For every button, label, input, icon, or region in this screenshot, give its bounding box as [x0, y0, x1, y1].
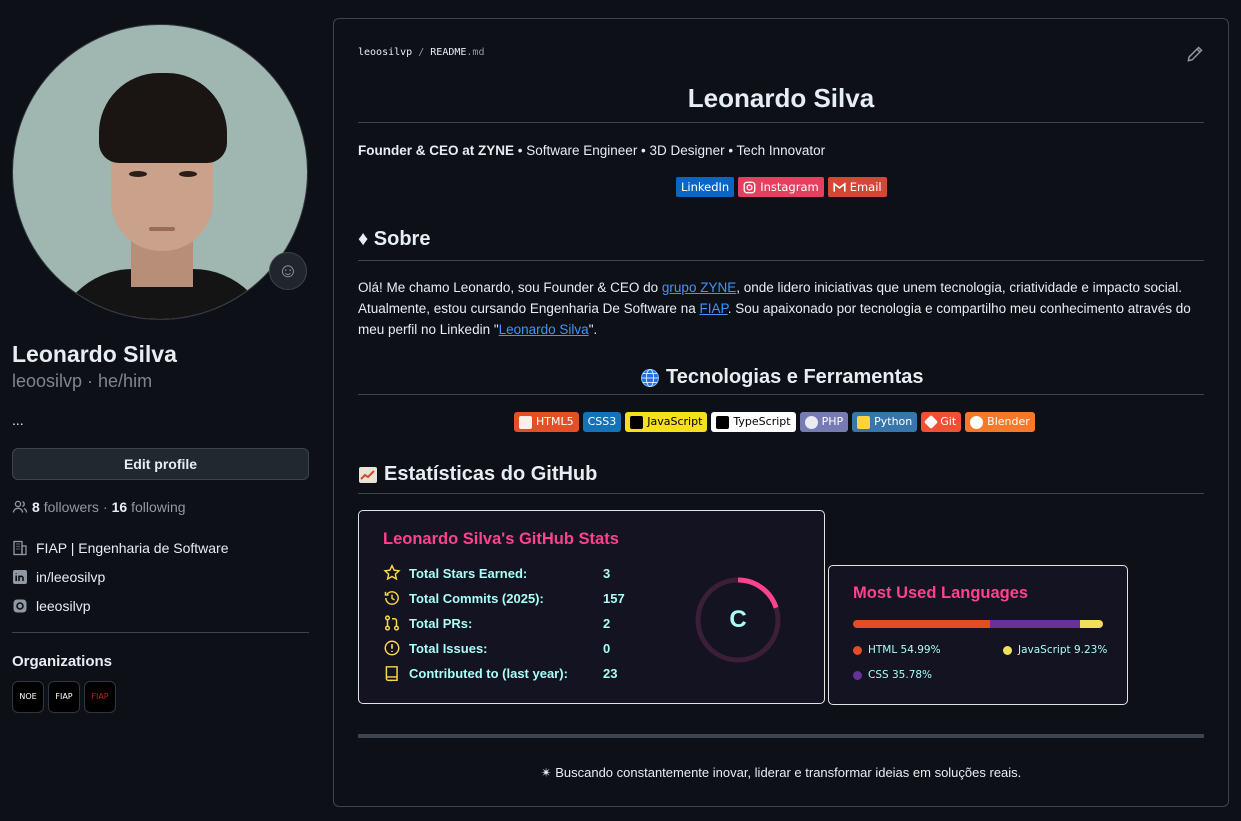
- stats-rule: [358, 493, 1204, 494]
- stat-row-contributed: Contributed to (last year): 23: [383, 663, 617, 683]
- stat-row-prs: Total PRs: 2: [383, 613, 610, 633]
- lang-bar-segment-css: [990, 620, 1080, 628]
- org-avatar-fiap-red[interactable]: FIAP: [84, 681, 116, 713]
- title-rule: [358, 122, 1204, 123]
- follow-stats: 8 followers · 16 following: [12, 499, 186, 515]
- lang-html: HTML 54.99%: [853, 644, 941, 656]
- stats-heading: Estatísticas do GitHub: [358, 463, 597, 486]
- blender-icon: [970, 415, 984, 429]
- languages-bar: [853, 620, 1103, 628]
- tech-rule: [358, 394, 1204, 395]
- edit-readme-pencil-icon[interactable]: [1186, 45, 1204, 63]
- lang-dot-javascript: [1003, 645, 1012, 655]
- top-languages-card[interactable]: Most Used Languages HTML 54.99% JavaScri…: [828, 565, 1128, 705]
- languages-card-title: Most Used Languages: [853, 584, 1029, 602]
- about-heading: ♦ Sobre: [358, 228, 431, 250]
- php-icon: [804, 415, 818, 429]
- stat-row-commits: Total Commits (2025): 157: [383, 588, 625, 608]
- blender-badge[interactable]: Blender: [965, 412, 1035, 432]
- linkedin-profile-link[interactable]: Leonardo Silva: [499, 322, 589, 337]
- linkedin-icon: [13, 570, 27, 584]
- breadcrumb-user[interactable]: leoosilvp: [358, 47, 412, 58]
- tech-badges: HTML5 CSS3 JavaScript TypeScript PHP Pyt…: [514, 412, 1035, 432]
- organizations-list: NOE FIAP FIAP: [12, 681, 116, 713]
- stats-card-title: Leonardo Silva's GitHub Stats: [383, 530, 619, 548]
- lang-css: CSS 35.78%: [853, 669, 932, 681]
- organizations-heading: Organizations: [12, 653, 113, 670]
- profile-bio: ...: [12, 412, 24, 428]
- tech-heading: Tecnologias e Ferramentas: [640, 366, 924, 389]
- about-rule: [358, 260, 1204, 261]
- sidebar-divider: [12, 632, 309, 633]
- social-badges: LinkedIn Instagram Email: [676, 177, 887, 197]
- javascript-icon: [630, 415, 644, 429]
- set-status-smiley-icon[interactable]: ☺: [269, 252, 307, 290]
- org-avatar-noe[interactable]: NOE: [12, 681, 44, 713]
- about-paragraph: Olá! Me chamo Leonardo, sou Founder & CE…: [358, 280, 1191, 337]
- email-badge[interactable]: Email: [827, 177, 887, 197]
- history-icon: [384, 591, 399, 605]
- breadcrumb-file[interactable]: README: [430, 47, 466, 58]
- lang-dot-html: [853, 645, 862, 655]
- php-badge[interactable]: PHP: [799, 412, 849, 432]
- instagram-row[interactable]: leeosilvp: [12, 598, 90, 614]
- python-icon: [857, 415, 871, 429]
- organization-row: FIAP | Engenharia de Software: [12, 540, 229, 556]
- avatar[interactable]: [12, 24, 308, 320]
- css3-badge[interactable]: CSS3: [582, 412, 622, 432]
- repo-icon: [385, 666, 398, 682]
- linkedin-badge[interactable]: LinkedIn: [676, 177, 735, 197]
- git-icon: [924, 414, 939, 430]
- lang-javascript: JavaScript 9.23%: [1003, 644, 1107, 656]
- javascript-badge[interactable]: JavaScript: [625, 412, 708, 432]
- readme-breadcrumb: leoosilvp / README.md: [358, 47, 485, 58]
- readme-footer: ✴ Buscando constantemente inovar, lidera…: [540, 765, 1022, 780]
- chart-increasing-icon: [359, 466, 377, 483]
- readme-tagline: Founder & CEO at ZYNE • Software Enginee…: [358, 143, 826, 158]
- stat-row-stars: Total Stars Earned: 3: [383, 563, 610, 583]
- stat-row-issues: Total Issues: 0: [383, 638, 610, 658]
- org-avatar-fiap[interactable]: FIAP: [48, 681, 80, 713]
- people-icon: [12, 500, 28, 513]
- instagram-icon: [13, 599, 27, 613]
- lang-bar-segment-javascript: [1079, 620, 1103, 628]
- git-badge[interactable]: Git: [921, 412, 962, 432]
- readme-container: leoosilvp / README.md Leonardo Silva Fou…: [333, 18, 1229, 807]
- profile-name: Leonardo Silva: [12, 341, 177, 367]
- zyne-link[interactable]: grupo ZYNE: [662, 280, 736, 295]
- profile-login-pronouns: leoosilvp · he/him: [12, 371, 153, 391]
- readme-title: Leonardo Silva: [687, 83, 875, 113]
- building-icon: [13, 540, 27, 556]
- fiap-link[interactable]: FIAP: [699, 301, 727, 316]
- following-link[interactable]: 16 following: [112, 499, 186, 515]
- github-stats-card[interactable]: Leonardo Silva's GitHub Stats Total Star…: [358, 510, 825, 704]
- edit-profile-button[interactable]: Edit profile: [12, 448, 309, 480]
- pull-request-icon: [384, 615, 400, 631]
- python-badge[interactable]: Python: [852, 412, 918, 432]
- star-icon: [383, 564, 401, 581]
- gmail-icon: [833, 181, 846, 192]
- avatar-container: ☺: [12, 24, 308, 320]
- typescript-badge[interactable]: TypeScript: [711, 412, 796, 432]
- html5-badge[interactable]: HTML5: [514, 412, 579, 432]
- grade-letter: C: [729, 606, 747, 633]
- html5-icon: [519, 415, 532, 429]
- lang-dot-css: [853, 670, 862, 680]
- issue-icon: [384, 640, 400, 656]
- footer-rule: [358, 734, 1204, 738]
- instagram-badge[interactable]: Instagram: [738, 177, 824, 197]
- instagram-icon: [743, 181, 756, 193]
- followers-link[interactable]: 8 followers: [32, 499, 99, 515]
- typescript-icon: [716, 415, 730, 429]
- linkedin-row[interactable]: in/leeosilvp: [12, 569, 105, 585]
- globe-icon: [641, 368, 659, 387]
- lang-bar-segment-html: [853, 620, 991, 628]
